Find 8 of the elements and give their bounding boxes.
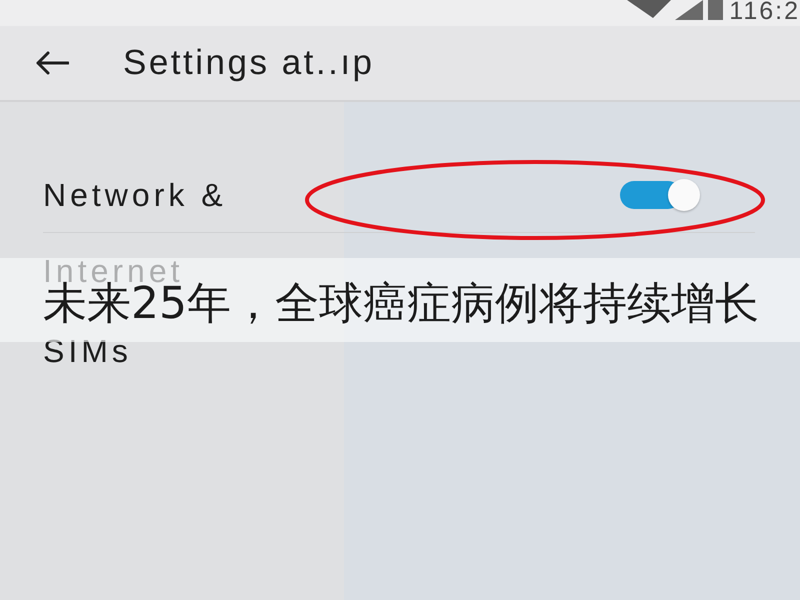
toggle-switch[interactable]: [620, 179, 700, 211]
setting-label[interactable]: SIMs: [43, 333, 132, 369]
wifi-icon: [627, 0, 672, 18]
signal-icon: [675, 0, 724, 20]
page-title: Settings at..ıp: [123, 43, 375, 83]
setting-label[interactable]: Network &: [43, 177, 227, 213]
status-time: 116:2: [729, 0, 800, 22]
back-arrow-icon[interactable]: [35, 51, 69, 75]
